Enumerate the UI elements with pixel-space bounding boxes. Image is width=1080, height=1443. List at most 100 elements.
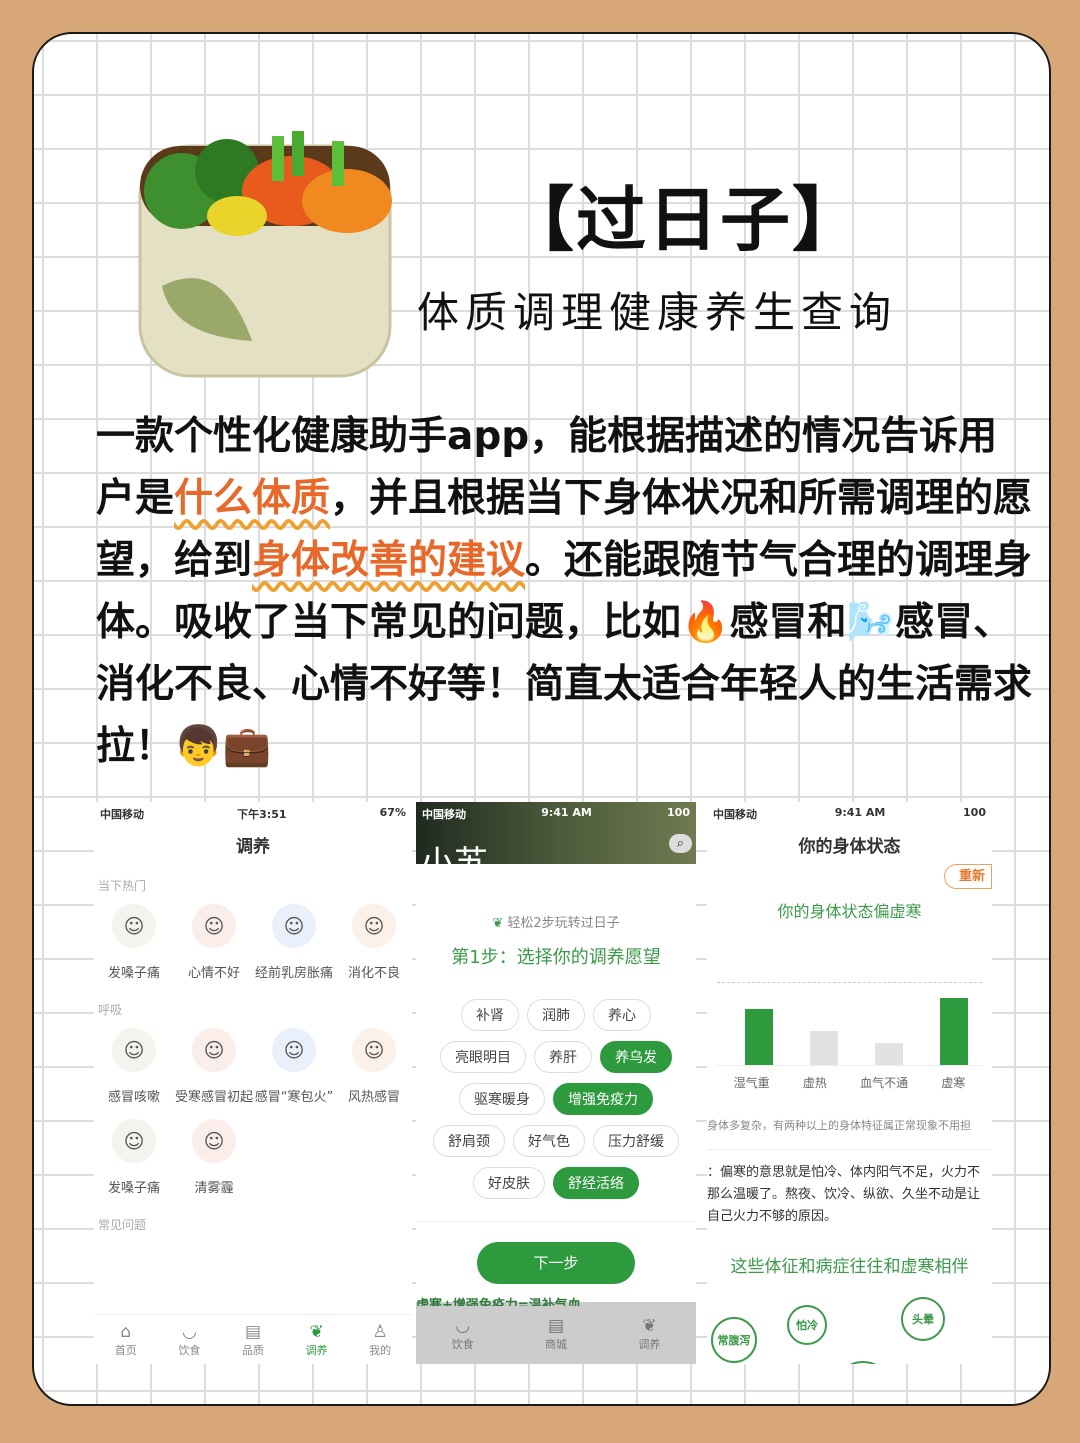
symptom-item[interactable]: ☺ 风热感冒 (334, 1028, 412, 1105)
section-label: 当下热门 (98, 879, 147, 893)
search-icon[interactable]: ⌕ (668, 834, 692, 853)
symptom-label: 经前乳房胀痛 (254, 966, 333, 981)
wish-chip[interactable]: 驱寒暖身 (459, 1083, 545, 1115)
wish-chip[interactable]: 好气色 (513, 1125, 585, 1157)
leaf-icon: ❦ (492, 916, 504, 931)
highlight-advice: 身体改善的建议 (252, 538, 526, 583)
wish-chip[interactable]: 养心 (593, 999, 651, 1031)
tab-icon: ▤ (244, 1321, 262, 1342)
tab-1[interactable]: ▤ 商城 (545, 1316, 567, 1352)
bar-label: 虚寒 (941, 1076, 966, 1090)
screenshot-wish: 中国移动 9:41 AM 100 小苏 ⌕ ❦ 轻松2步玩转过日子 第1步：选择你的… (416, 802, 696, 1364)
tab-label: 我的 (369, 1343, 392, 1357)
bar-虚寒 (940, 997, 968, 1065)
symptom-label: 发嗓子痛 (107, 966, 160, 981)
symptom-item[interactable]: ☺ 感冒“寒包火” (254, 1028, 334, 1105)
status-bar: 中国移动 下午3:51 67% (94, 802, 412, 826)
symptom-icon: ☺ (112, 1028, 156, 1072)
hero-text: 小苏 (420, 844, 488, 884)
tab-icon: ❦ (642, 1316, 657, 1336)
tab-0[interactable]: ◡ 饮食 (452, 1316, 474, 1352)
tab-label: 调养 (305, 1343, 328, 1357)
app-subtitle: 体质调理健康养生查询 (417, 288, 898, 337)
battery: 67% (379, 806, 406, 819)
tab-label: 饮食 (178, 1343, 201, 1357)
symptom-icon: ☺ (112, 1119, 156, 1163)
tab-1[interactable]: ◡ 饮食 (178, 1322, 200, 1358)
note-text: 身体多复杂，有两种以上的身体特征属正常现象不用担 (707, 1117, 992, 1150)
state-chart (717, 956, 982, 1066)
carrier: 中国移动 (713, 808, 757, 821)
hero-banner: 中国移动 9:41 AM 100 小苏 ⌕ (416, 802, 696, 884)
description-text: ：偏寒的意思就是怕冷、体内阳气不足，火力不那么温暖了。熬夜、饮冷、纵欲、久坐不动… (707, 1165, 981, 1224)
wish-chip[interactable]: 养乌发 (600, 1041, 672, 1073)
wish-chip[interactable]: 压力舒缓 (593, 1125, 679, 1157)
page-title: 你的身体状态 (798, 837, 901, 857)
wish-chip[interactable]: 增强免疫力 (553, 1083, 653, 1115)
wish-chip[interactable]: 舒肩颈 (433, 1125, 505, 1157)
symptom-item[interactable]: ☺ 心情不好 (174, 904, 254, 981)
symptom-item[interactable]: ☺ 受寒感冒初起 (174, 1028, 254, 1105)
symptom-item[interactable]: ☺ 消化不良 (334, 904, 412, 981)
carrier: 中国移动 (100, 808, 144, 821)
symptom-label: 感冒咳嗽 (107, 1090, 160, 1105)
tab-label: 品质 (241, 1343, 264, 1357)
symptom-bubble: 常腹泻 (711, 1317, 757, 1363)
bar-label: 血气不通 (860, 1076, 909, 1090)
symptom-icon: ☺ (112, 904, 156, 948)
tab-3[interactable]: ❦ 调养 (306, 1322, 328, 1358)
tab-icon: ◡ (181, 1321, 197, 1342)
tab-label: 饮食 (451, 1338, 474, 1351)
wish-chip[interactable]: 补肾 (461, 999, 519, 1031)
tab-icon: ▤ (547, 1316, 565, 1336)
wish-chip[interactable]: 养肝 (534, 1041, 592, 1073)
time: 9:41 AM (541, 806, 592, 819)
symptom-icon: ☺ (352, 904, 396, 948)
tab-2[interactable]: ❦ 调养 (638, 1316, 660, 1352)
app-title: 【过日子】 (504, 179, 864, 261)
symptom-icon: ☺ (352, 1028, 396, 1072)
symptom-grid: ☺ 发嗓子痛 ☺ 心情不好 ☺ 经前乳房胀痛 ☺ 消化不良 (94, 904, 412, 981)
screenshot-tiaoyang: 中国移动 下午3:51 67% 调养 当下热门 ☺ 发嗓子痛 ☺ 心情不好 ☺ 经前乳房胀痛 ☺ 消… (94, 802, 412, 1364)
time: 9:41 AM (834, 806, 886, 819)
symptom-item[interactable]: ☺ 发嗓子痛 (94, 1119, 174, 1196)
symptom-icon: ☺ (192, 1028, 236, 1072)
symptom-label: 发嗓子痛 (107, 1181, 160, 1196)
symptom-item[interactable]: ☺ 感冒咳嗽 (94, 1028, 174, 1105)
hint-text: 轻松2步玩转过日子 (507, 916, 620, 931)
tab-icon: ⌂ (120, 1321, 132, 1342)
bar-湿气重 (745, 1008, 773, 1065)
symptom-icon: ☺ (272, 904, 316, 948)
next-button[interactable]: 下一步 (477, 1242, 635, 1284)
wish-chip[interactable]: 舒经活络 (553, 1167, 639, 1199)
tab-0[interactable]: ⌂ 首页 (115, 1322, 137, 1358)
tab-icon: ❦ (309, 1321, 324, 1342)
symptom-item[interactable]: ☺ 经前乳房胀痛 (254, 904, 334, 981)
symptom-grid: ☺ 感冒咳嗽 ☺ 受寒感冒初起 ☺ 感冒“寒包火” ☺ 风热感冒 ☺ 发嗓子痛 ☺ 清雾霾 (94, 1028, 412, 1196)
retest-button[interactable]: 重新 (943, 864, 992, 889)
poster-card: 【过日子】 体质调理健康养生查询 一款个性化健康助手app，能根据描述的情况告诉… (32, 32, 1051, 1406)
bar-虚热 (810, 1031, 838, 1065)
symptom-icon: ☺ (192, 1119, 236, 1163)
bar-label: 湿气重 (733, 1076, 770, 1090)
wish-chip[interactable]: 好皮肤 (473, 1167, 545, 1199)
wish-chip[interactable]: 润肺 (527, 999, 585, 1031)
tab-label: 首页 (114, 1343, 137, 1357)
wish-chips: 补肾 润肺 养心亮眼明目 养肝 养乌发驱寒暖身 增强免疫力舒肩颈 好气色 压力舒缓好皮肤 舒经活… (416, 999, 696, 1199)
symptom-label: 消化不良 (347, 966, 400, 981)
tab-label: 调养 (638, 1338, 661, 1351)
symptom-label: 清雾霾 (194, 1181, 234, 1196)
symptom-item[interactable]: ☺ 发嗓子痛 (94, 904, 174, 981)
time: 下午3:51 (237, 808, 287, 821)
symptom-label: 感冒“寒包火” (254, 1090, 334, 1105)
symptom-bubble: 怕冷 (787, 1305, 827, 1345)
bar-label: 虚热 (802, 1076, 827, 1090)
state-headline: 你的身体状态偏虚寒 (777, 902, 922, 921)
tab-4[interactable]: ♙ 我的 (369, 1322, 391, 1358)
page-title: 调养 (236, 837, 270, 857)
symptom-bubble: 头晕 (901, 1297, 945, 1341)
symptom-item[interactable]: ☺ 清雾霾 (174, 1119, 254, 1196)
related-title: 这些体征和病症往往和虚寒相伴 (730, 1257, 969, 1277)
wish-chip[interactable]: 亮眼明目 (440, 1041, 526, 1073)
tab-2[interactable]: ▤ 品质 (242, 1322, 264, 1358)
